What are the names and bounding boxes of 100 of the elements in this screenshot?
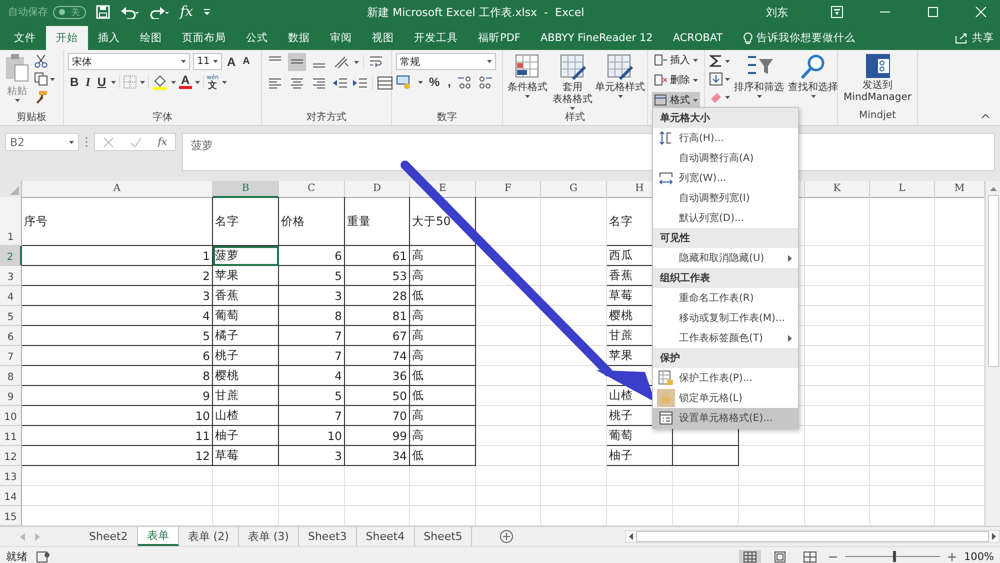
- ribbon-tab[interactable]: 视图: [362, 26, 404, 50]
- row-header[interactable]: 12: [0, 446, 22, 466]
- column-header[interactable]: L: [870, 181, 935, 198]
- vertical-align-icon[interactable]: [288, 53, 306, 71]
- ribbon-display-icon[interactable]: [831, 6, 843, 18]
- ribbon-tab[interactable]: 审阅: [320, 26, 362, 50]
- fill-down-icon[interactable]: [709, 72, 723, 86]
- ribbon-tab[interactable]: 绘图: [130, 26, 172, 50]
- number-format-dropdown[interactable]: 常规: [396, 53, 496, 70]
- insert-function-button[interactable]: fx: [180, 4, 194, 20]
- increase-decimal-icon[interactable]: [457, 74, 474, 90]
- font-style-button[interactable]: I: [84, 74, 92, 90]
- zoom-slider-thumb[interactable]: [893, 551, 896, 562]
- zoom-in-button[interactable]: [948, 552, 956, 560]
- macro-record-icon[interactable]: [36, 550, 50, 562]
- ribbon-tab[interactable]: 公式: [236, 26, 278, 50]
- cells-button[interactable]: 插入: [652, 52, 700, 68]
- row-header[interactable]: 14: [0, 486, 22, 506]
- close-icon[interactable]: [975, 6, 987, 18]
- collapse-ribbon-icon[interactable]: [981, 113, 990, 119]
- row-header[interactable]: 6: [0, 326, 22, 346]
- column-header[interactable]: K: [805, 181, 870, 198]
- shrink-font-button[interactable]: A: [240, 56, 252, 67]
- ribbon-tab[interactable]: ABBYY FineReader 12: [530, 26, 663, 50]
- ribbon-tab[interactable]: 文件: [4, 26, 46, 50]
- wrap-text-icon[interactable]: [368, 54, 384, 70]
- cells-button[interactable]: 格式: [652, 92, 700, 108]
- cells-button[interactable]: 删除: [652, 72, 700, 88]
- autosum-icon[interactable]: [709, 54, 723, 68]
- insert-function-button[interactable]: fx: [158, 136, 168, 148]
- row-header[interactable]: 8: [0, 366, 22, 386]
- ribbon-tab[interactable]: 开发工具: [404, 26, 468, 50]
- column-header[interactable]: G: [541, 181, 607, 198]
- column-header[interactable]: C: [279, 181, 345, 198]
- font-color-button[interactable]: A: [179, 75, 192, 89]
- column-header[interactable]: A: [22, 181, 213, 198]
- vertical-scrollbar[interactable]: [985, 181, 1000, 526]
- column-header[interactable]: D: [345, 181, 410, 198]
- name-box[interactable]: B2: [5, 133, 79, 151]
- menu-item[interactable]: 保护工作表(P)...: [653, 368, 798, 388]
- decrease-decimal-icon[interactable]: [477, 74, 494, 90]
- text-orientation-icon[interactable]: [332, 54, 350, 70]
- font-size-dropdown[interactable]: 11: [193, 53, 222, 70]
- borders-icon[interactable]: [123, 75, 138, 89]
- row-header[interactable]: 15: [0, 506, 22, 526]
- editing-button[interactable]: 排序和筛选: [734, 53, 784, 98]
- row-header[interactable]: 13: [0, 466, 22, 486]
- ribbon-tab[interactable]: 插入: [88, 26, 130, 50]
- ribbon-tab[interactable]: 页面布局: [172, 26, 236, 50]
- grow-font-button[interactable]: A: [225, 54, 238, 68]
- percent-button[interactable]: %: [427, 75, 442, 89]
- customize-icon[interactable]: [203, 8, 212, 16]
- sheet-tab[interactable]: 表单: [138, 527, 179, 546]
- row-header[interactable]: 4: [0, 286, 22, 306]
- save-icon[interactable]: [96, 5, 110, 19]
- style-button[interactable]: 单元格样式: [597, 53, 643, 98]
- redo-icon[interactable]: [150, 5, 170, 19]
- font-style-button[interactable]: B: [68, 75, 81, 89]
- merge-cells-icon[interactable]: [377, 75, 393, 91]
- zoom-level[interactable]: 100%: [964, 550, 994, 562]
- row-header[interactable]: 1: [0, 197, 22, 246]
- ribbon-tab[interactable]: 福昕PDF: [468, 26, 530, 50]
- tell-me-button[interactable]: 告诉我你想要做什么: [732, 26, 856, 50]
- style-button[interactable]: 条件格式: [507, 53, 548, 98]
- scroll-left-icon[interactable]: [629, 533, 633, 540]
- column-header[interactable]: M: [935, 181, 985, 198]
- copy-icon[interactable]: [34, 72, 48, 86]
- scroll-right-icon[interactable]: [992, 533, 996, 540]
- column-header[interactable]: F: [476, 181, 541, 198]
- row-header[interactable]: 7: [0, 346, 22, 366]
- menu-item[interactable]: 自动调整行高(A): [653, 148, 798, 168]
- share-button[interactable]: 共享: [955, 26, 1000, 50]
- drag-handle-icon[interactable]: [85, 136, 88, 148]
- editing-button[interactable]: 查找和选择: [788, 53, 838, 98]
- row-header[interactable]: 2: [0, 246, 22, 266]
- column-header[interactable]: B: [213, 181, 279, 198]
- row-header[interactable]: 10: [0, 406, 22, 426]
- row-header[interactable]: 5: [0, 306, 22, 326]
- font-name-dropdown[interactable]: 宋体: [68, 53, 190, 70]
- ribbon-tab[interactable]: ACROBAT: [662, 26, 733, 50]
- view-button[interactable]: [739, 550, 761, 563]
- comma-style-button[interactable]: ,: [446, 75, 454, 89]
- scissors-icon[interactable]: [34, 54, 48, 68]
- empty-cell: [541, 266, 607, 286]
- row-header[interactable]: 9: [0, 386, 22, 406]
- send-to-mindmanager-button[interactable]: 发送到 MindManager: [842, 53, 913, 104]
- scroll-up-icon[interactable]: [990, 187, 996, 191]
- ribbon-tab[interactable]: 数据: [278, 26, 320, 50]
- undo-icon[interactable]: [120, 5, 140, 19]
- row-header[interactable]: 3: [0, 266, 22, 286]
- format-painter-icon[interactable]: [34, 90, 48, 104]
- font-style-button[interactable]: U: [95, 75, 108, 89]
- row-header[interactable]: 11: [0, 426, 22, 446]
- fill-color-icon[interactable]: [152, 74, 168, 90]
- maximize-icon[interactable]: [927, 6, 939, 18]
- horizontal-scrollbar[interactable]: [625, 530, 1000, 543]
- style-button[interactable]: 套用 表格格式: [552, 53, 593, 110]
- add-sheet-icon[interactable]: [500, 530, 514, 543]
- menu-item[interactable]: 设置单元格格式(E)...: [653, 408, 798, 428]
- ribbon-tab[interactable]: 开始: [46, 26, 88, 50]
